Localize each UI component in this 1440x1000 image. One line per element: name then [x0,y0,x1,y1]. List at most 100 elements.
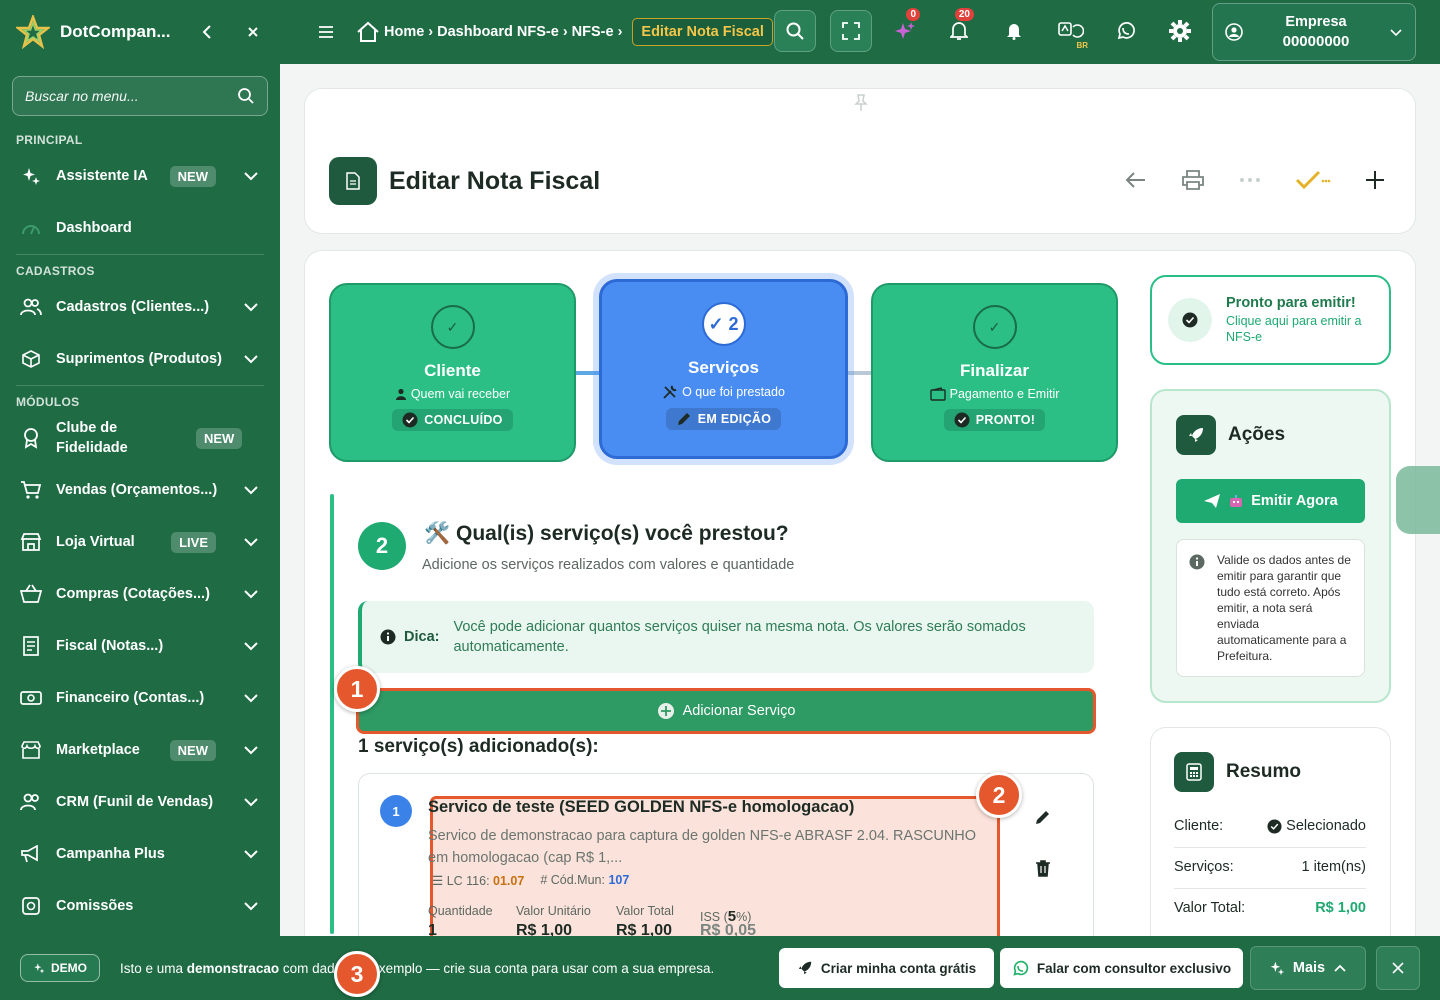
sidebar-item-marketplace[interactable]: Marketplace NEW [0,724,280,776]
pin-icon[interactable] [851,93,871,113]
language-button[interactable]: BR [1050,10,1092,52]
trash-icon[interactable] [1035,859,1051,877]
sidebar-item-financeiro[interactable]: Financeiro (Contas...) [0,672,280,724]
shop-icon [20,739,42,761]
step-check: ✓ [972,305,1017,349]
fullscreen-button[interactable] [830,10,872,52]
sidebar-item-comissoes[interactable]: Comissões [0,880,280,932]
send-icon [1204,494,1221,508]
more-button[interactable]: Mais [1250,946,1366,990]
hamburger-menu-button[interactable] [318,25,338,39]
breadcrumb-current: Editar Nota Fiscal [632,18,773,46]
demo-badge-label: DEMO [51,961,87,975]
money-icon [20,687,42,709]
sidebar-item-assistente[interactable]: Assistente IA NEW [0,150,280,202]
sidebar-item-suprimentos[interactable]: Suprimentos (Produtos) [0,333,280,385]
plus-icon[interactable] [1365,170,1385,190]
breadcrumb-home[interactable]: Home [384,24,424,40]
demo-message-bold: demonstracao [186,960,280,976]
medal-icon [20,427,42,449]
sidebar-item-crm[interactable]: CRM (Funil de Vendas) [0,776,280,828]
back-arrow-icon[interactable] [1125,171,1147,189]
sidebar-item-compras[interactable]: Compras (Cotações...) [0,568,280,620]
step-cliente[interactable]: ✓ Cliente Quem vai receber CONCLUÍDO [329,283,576,462]
tip-box: Dica: Você pode adicionar quantos serviç… [358,601,1094,673]
ready-text: Pronto para emitir! Clique aqui para emi… [1226,295,1373,345]
step-status-badge: CONCLUÍDO [392,409,513,431]
ready-to-emit-card[interactable]: Pronto para emitir! Clique aqui para emi… [1150,275,1391,365]
chevron-down-icon [244,303,258,312]
edit-pencil-icon[interactable] [1034,808,1052,826]
breadcrumb-nfse[interactable]: NFS-e [572,24,614,40]
service-description: Servico de demonstracao para captura de … [428,828,977,866]
menu-search-input[interactable] [25,88,215,104]
ai-sparkle-button[interactable]: 0 [884,8,926,52]
robot-icon [1230,495,1243,507]
chevron-down-icon [244,172,258,181]
alerts-button[interactable] [993,10,1035,52]
side-drawer-tab[interactable] [1396,466,1440,534]
section-cadastros: CADASTROS [16,264,95,278]
sidebar-item-dashboard[interactable]: Dashboard [0,202,280,254]
sidebar-item-loja[interactable]: Loja Virtual LIVE [0,516,280,568]
notifications-button[interactable]: 20 [938,8,980,52]
collapse-sidebar-button[interactable] [196,21,218,43]
check-circle-icon [1267,818,1282,834]
emit-now-button[interactable]: Emitir Agora [1176,479,1365,523]
section-title-text: Qual(is) serviço(s) você prestou? [456,522,789,545]
close-banner-button[interactable] [1376,946,1420,990]
breadcrumb-dashboard-nfse[interactable]: Dashboard NFS-e [437,24,559,40]
summary-label: Valor Total: [1174,900,1246,916]
users-icon [20,296,42,318]
section-modulos: MÓDULOS [16,395,80,409]
step-status: EM EDIÇÃO [697,412,772,426]
new-badge: NEW [196,427,243,449]
talk-consultant-button[interactable]: Falar com consultor exclusivo [1000,948,1243,988]
validation-info-text: Valide os dados antes de emitir para gar… [1217,553,1351,663]
chevron-down-icon [244,486,258,495]
step-connector [846,371,874,375]
sidebar-item-campanha[interactable]: Campanha Plus [0,828,280,880]
service-index: 1 [380,795,412,827]
close-sidebar-button[interactable] [242,21,264,43]
step-finalizar[interactable]: ✓ Finalizar Pagamento e Emitir PRONTO! [871,283,1118,462]
summary-value: 1 item(ns) [1301,859,1366,875]
more-dots-icon[interactable] [1239,177,1261,183]
chevron-down-icon [244,694,258,703]
mun-label: Cód.Mun: [550,873,605,887]
sidebar-item-label: Comissões [56,898,134,914]
step-servicos[interactable]: ✓ 2 Serviços O que foi prestado EM EDIÇÃ… [599,279,848,459]
ready-title: Pronto para emitir! [1226,295,1356,311]
whatsapp-button[interactable] [1105,10,1147,52]
star-logo-icon [16,15,50,49]
company-code: 00000000 [1282,33,1350,50]
sidebar-item-cadastros[interactable]: Cadastros (Clientes...) [0,281,280,333]
global-search-button[interactable] [774,10,816,52]
sidebar-item-label: Assistente IA [56,168,148,184]
summary-value-total: R$ 1,00 [1315,900,1366,916]
demo-message: Isto e uma demonstracao com dados de exe… [120,961,714,976]
expand-icon [842,22,860,40]
step-subtitle-row: Quem vai receber [331,387,574,401]
menu-search[interactable] [12,76,268,116]
annotation-marker-1: 1 [334,666,380,712]
check-circle-icon [402,412,418,428]
step-status-badge: PRONTO! [943,409,1046,431]
create-account-button[interactable]: Criar minha conta grátis [779,948,994,988]
sidebar-item-vendas[interactable]: Vendas (Orçamentos...) [0,464,280,516]
megaphone-icon [20,843,42,865]
sidebar-item-label: Suprimentos (Produtos) [56,351,222,367]
sparkle-icon [20,165,42,187]
sidebar-item-fiscal[interactable]: Fiscal (Notas...) [0,620,280,672]
actions-title: Ações [1228,424,1286,445]
sidebar-item-label: CRM (Funil de Vendas) [56,794,214,810]
checkmark-loading-icon[interactable] [1295,170,1331,190]
page-title: Editar Nota Fiscal [389,167,601,195]
company-selector[interactable]: Empresa 00000000 [1212,3,1416,61]
print-icon[interactable] [1181,169,1205,191]
sidebar-item-clube[interactable]: Clube de Fidelidade NEW [0,412,280,464]
settings-button[interactable] [1159,10,1201,52]
basket-icon [20,583,42,605]
lc-label: LC 116: [446,874,490,888]
sidebar: DotCompan... PRINCIPAL Assistente IA NEW… [0,0,280,1000]
